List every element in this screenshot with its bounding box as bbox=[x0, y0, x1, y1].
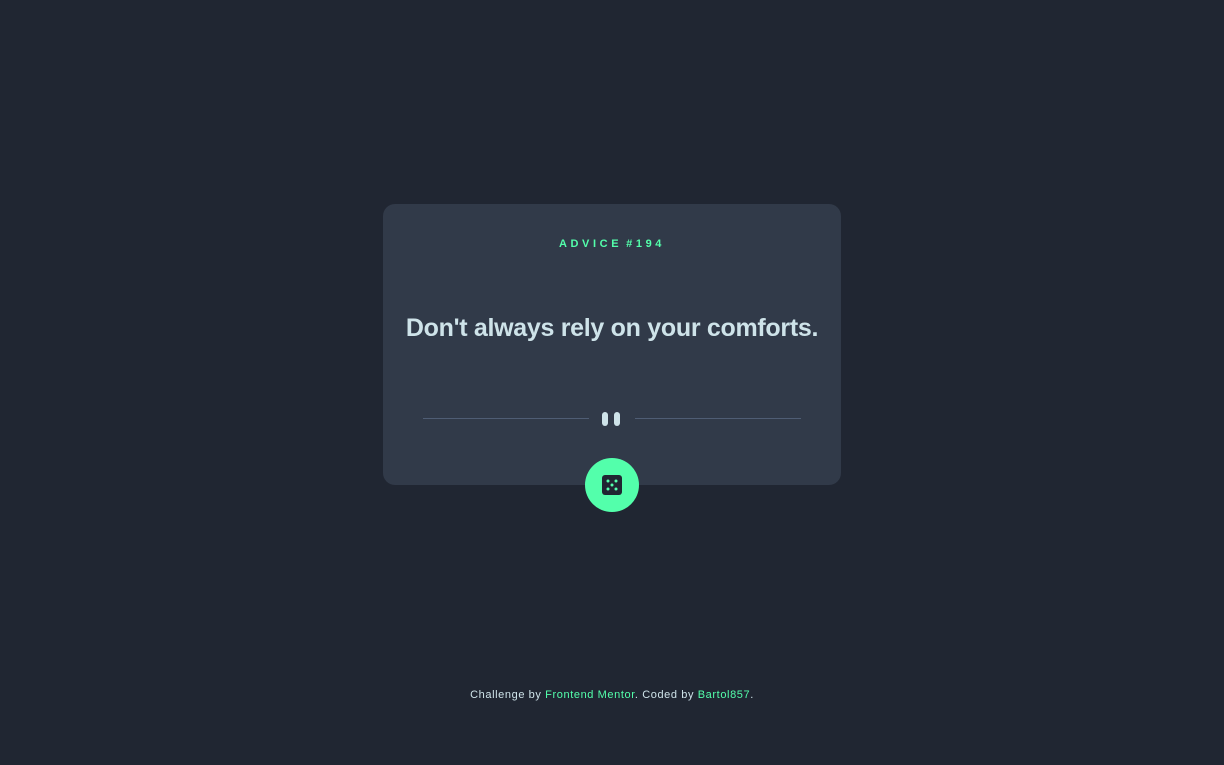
divider-line-right bbox=[635, 418, 801, 419]
advice-label: ADVICE bbox=[558, 238, 623, 250]
pause-icon bbox=[602, 412, 622, 426]
page: ADVICE #194 Don't always rely on your com… bbox=[0, 0, 1224, 765]
footer-prefix: Challenge by bbox=[470, 689, 542, 701]
advice-quote: Don't always rely on your comforts. bbox=[405, 314, 819, 342]
footer-middle: . Coded by bbox=[634, 689, 695, 701]
author-link[interactable]: Bartol857 bbox=[698, 689, 751, 701]
divider bbox=[423, 410, 801, 428]
advice-card: ADVICE #194 Don't always rely on your com… bbox=[383, 204, 841, 485]
footer-suffix: . bbox=[750, 689, 754, 701]
advice-number: #194 bbox=[626, 238, 666, 250]
attribution-footer: Challenge by Frontend Mentor. Coded by B… bbox=[0, 689, 1224, 701]
divider-line-left bbox=[423, 418, 589, 419]
advice-id: ADVICE #194 bbox=[383, 238, 841, 250]
generate-advice-button[interactable] bbox=[585, 458, 639, 512]
dice-icon bbox=[602, 475, 622, 495]
frontend-mentor-link[interactable]: Frontend Mentor bbox=[545, 689, 635, 701]
